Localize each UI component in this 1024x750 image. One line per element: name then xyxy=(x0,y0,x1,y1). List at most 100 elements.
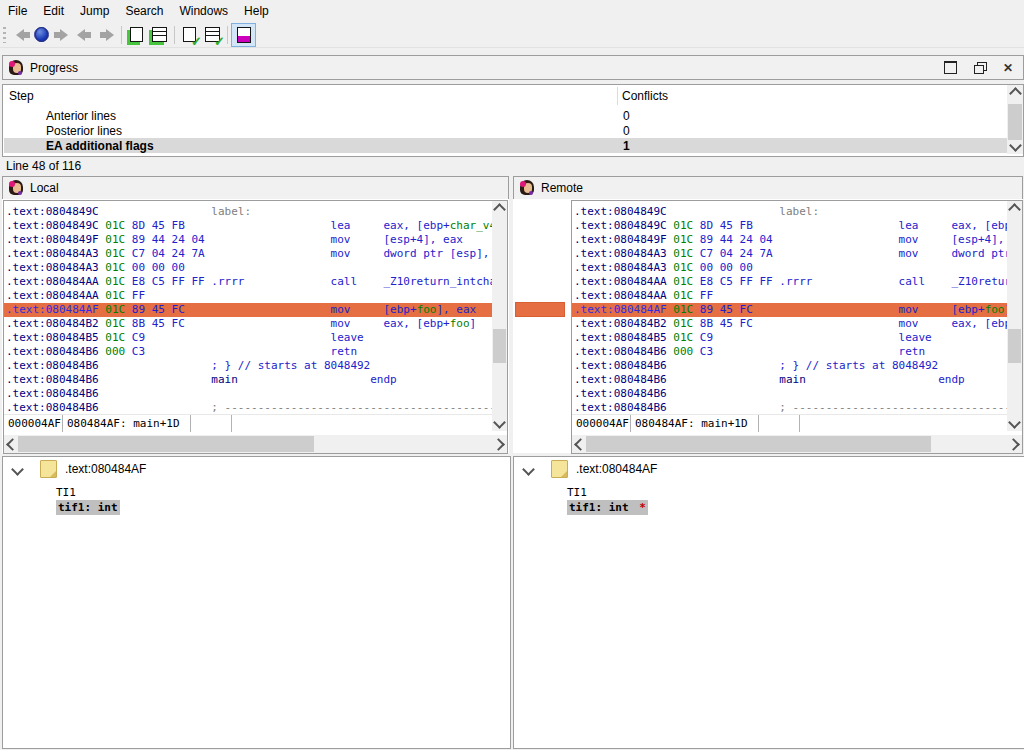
doc-check-icon[interactable]: ✓ xyxy=(178,24,201,46)
disassembly-line[interactable]: .text:0804849C 01C 8D 45 FB lea eax, [eb… xyxy=(4,219,492,233)
disassembly-line[interactable]: .text:080484B6 xyxy=(4,387,492,401)
horizontal-scrollbar[interactable] xyxy=(572,435,1022,453)
table-row[interactable]: EA additional flags1 xyxy=(4,138,1007,153)
disassembly-line[interactable]: .text:080484B6 main endp xyxy=(572,373,1007,387)
conflicts-cell: 0 xyxy=(623,124,630,138)
scrollbar-thumb[interactable] xyxy=(18,436,314,452)
disassembly-line[interactable]: .text:080484B6 xyxy=(572,387,1007,401)
scroll-right-arrow[interactable] xyxy=(493,435,507,453)
type-info-line[interactable]: TI1 xyxy=(56,485,120,500)
scroll-down-arrow[interactable] xyxy=(1007,140,1023,154)
status-cell-extra xyxy=(759,415,800,432)
disassembly-line[interactable]: .text:080484B6 ; } // starts at 8048492 xyxy=(572,359,1007,373)
detail-node-label[interactable]: .text:080484AF xyxy=(576,462,657,476)
remote-disassembly-view[interactable]: .text:0804849C label:.text:0804849C 01C … xyxy=(571,200,1023,454)
toolbar-grip[interactable] xyxy=(3,27,6,43)
scroll-up-arrow[interactable] xyxy=(1007,201,1022,215)
disassembly-line[interactable]: .text:080484B6 ; -----------------------… xyxy=(4,401,492,415)
check-icon: ✓ xyxy=(214,35,225,48)
forward-arrow-icon[interactable] xyxy=(49,24,72,46)
stack-check-icon[interactable]: ✓ xyxy=(201,24,224,46)
scrollbar-thumb[interactable] xyxy=(493,329,506,363)
highlighted-disassembly-line[interactable]: .text:080484AF 01C 89 45 FC mov [ebp+foo… xyxy=(572,303,1007,317)
table-row[interactable]: Posterior lines0 xyxy=(4,123,1007,138)
diff-marker[interactable] xyxy=(515,302,565,317)
menu-item-edit[interactable]: Edit xyxy=(35,1,72,21)
maximize-icon[interactable] xyxy=(944,61,957,74)
disassembly-line[interactable]: .text:080484A3 01C C7 04 24 7A mov dword… xyxy=(4,247,492,261)
menu-item-windows[interactable]: Windows xyxy=(171,1,236,21)
doc-partial-icon[interactable] xyxy=(231,23,256,47)
local-pane-titlebar: Local xyxy=(2,176,509,200)
restore-icon[interactable] xyxy=(974,62,986,73)
disassembly-line[interactable]: .text:080484A3 01C C7 04 24 7A mov dword… xyxy=(572,247,1007,261)
disassembly-line[interactable]: .text:0804849C label: xyxy=(572,205,1007,219)
disassembly-line[interactable]: .text:080484B6 000 C3 retn xyxy=(572,345,1007,359)
type-info-line[interactable]: tif1: int xyxy=(56,500,120,515)
scrollbar-thumb[interactable] xyxy=(586,436,931,452)
scroll-left-arrow[interactable] xyxy=(572,435,586,453)
disassembly-line[interactable]: .text:080484AA 01C FF xyxy=(572,289,1007,303)
table-scrollbar[interactable] xyxy=(1007,85,1023,154)
scroll-right-arrow[interactable] xyxy=(1008,435,1022,453)
disassembly-line[interactable]: .text:080484B5 01C C9 leave xyxy=(4,331,492,345)
type-info-list: TI1tif1: int xyxy=(56,485,120,515)
conflicts-table-header: Step Conflicts xyxy=(3,85,1023,107)
type-info-line[interactable]: TI1 xyxy=(567,485,648,500)
disassembly-line[interactable]: .text:080484A3 01C 00 00 00 xyxy=(4,261,492,275)
disassembly-line[interactable]: .text:080484B5 01C C9 leave xyxy=(572,331,1007,345)
chevron-down-icon[interactable] xyxy=(11,463,24,476)
vertical-scrollbar[interactable] xyxy=(1007,201,1022,431)
highlighted-disassembly-line[interactable]: .text:080484AF 01C 89 45 FC mov [ebp+foo… xyxy=(4,303,492,317)
disassembly-line[interactable]: .text:080484B6 main endp xyxy=(4,373,492,387)
disassembly-line[interactable]: .text:080484B2 01C 8B 45 FC mov eax, [eb… xyxy=(572,317,1007,331)
disassembly-line[interactable]: .text:080484AA 01C E8 C5 FF FF .rrrr cal… xyxy=(572,275,1007,289)
column-header-step[interactable]: Step xyxy=(9,89,34,103)
disassembly-line[interactable]: .text:0804849F 01C 89 44 24 04 mov [esp+… xyxy=(4,233,492,247)
menu-item-file[interactable]: File xyxy=(0,1,35,21)
menu-item-search[interactable]: Search xyxy=(117,1,171,21)
stack-icon[interactable] xyxy=(148,24,171,46)
chevron-up-icon xyxy=(1009,87,1022,100)
vertical-scrollbar[interactable] xyxy=(492,201,507,431)
table-row[interactable]: Anterior lines0 xyxy=(4,108,1007,123)
menu-item-help[interactable]: Help xyxy=(236,1,277,21)
disassembly-line[interactable]: .text:080484AA 01C E8 C5 FF FF .rrrr cal… xyxy=(4,275,492,289)
scroll-down-arrow[interactable] xyxy=(492,417,507,431)
disassembly-line[interactable]: .text:080484A3 01C 00 00 00 xyxy=(572,261,1007,275)
chevron-down-icon[interactable] xyxy=(522,463,535,476)
menu-item-jump[interactable]: Jump xyxy=(72,1,117,21)
scrollbar-thumb[interactable] xyxy=(1008,329,1021,363)
scroll-up-arrow[interactable] xyxy=(1007,85,1023,99)
disassembly-line[interactable]: .text:080484B6 ; -----------------------… xyxy=(572,401,1007,415)
type-info-line[interactable]: tif1: int * xyxy=(567,500,648,515)
local-disassembly-view[interactable]: .text:0804849C label:.text:0804849C 01C … xyxy=(3,200,508,454)
local-pane-title: Local xyxy=(30,181,59,195)
listing-status-bar: 000004AF080484AF: main+1D xyxy=(4,414,493,432)
disassembly-line[interactable]: .text:0804849C 01C 8D 45 FB lea eax, [eb… xyxy=(572,219,1007,233)
toolbar-separator xyxy=(227,26,228,44)
listing-status-bar: 000004AF080484AF: main+1D xyxy=(572,414,1008,432)
toolbar-separator xyxy=(174,26,175,44)
forward-arrow-icon[interactable] xyxy=(95,24,118,46)
column-header-conflicts[interactable]: Conflicts xyxy=(622,89,668,103)
disassembly-line[interactable]: .text:0804849F 01C 89 44 24 04 mov [esp+… xyxy=(572,233,1007,247)
scrollbar-thumb[interactable] xyxy=(1008,104,1022,140)
back-arrow-icon[interactable] xyxy=(11,24,34,46)
horizontal-scrollbar[interactable] xyxy=(4,435,507,453)
disassembly-line[interactable]: .text:080484B6 000 C3 retn xyxy=(4,345,492,359)
disassembly-line[interactable]: .text:080484B2 01C 8B 45 FC mov eax, [eb… xyxy=(4,317,492,331)
doc-icon[interactable] xyxy=(125,24,148,46)
back-arrow-icon[interactable] xyxy=(72,24,95,46)
close-icon[interactable]: ✕ xyxy=(1003,62,1013,74)
scroll-left-arrow[interactable] xyxy=(4,435,18,453)
scroll-down-arrow[interactable] xyxy=(1007,417,1022,431)
scroll-up-arrow[interactable] xyxy=(492,201,507,215)
disassembly-line[interactable]: .text:080484AA 01C FF xyxy=(4,289,492,303)
detail-node-label[interactable]: .text:080484AF xyxy=(65,462,146,476)
step-cell: Anterior lines xyxy=(46,109,116,123)
disassembly-line[interactable]: .text:080484B6 ; } // starts at 8048492 xyxy=(4,359,492,373)
disassembly-line[interactable]: .text:0804849C label: xyxy=(4,205,492,219)
record-icon[interactable] xyxy=(34,27,49,42)
line-indicator: Line 48 of 116 xyxy=(6,156,81,175)
